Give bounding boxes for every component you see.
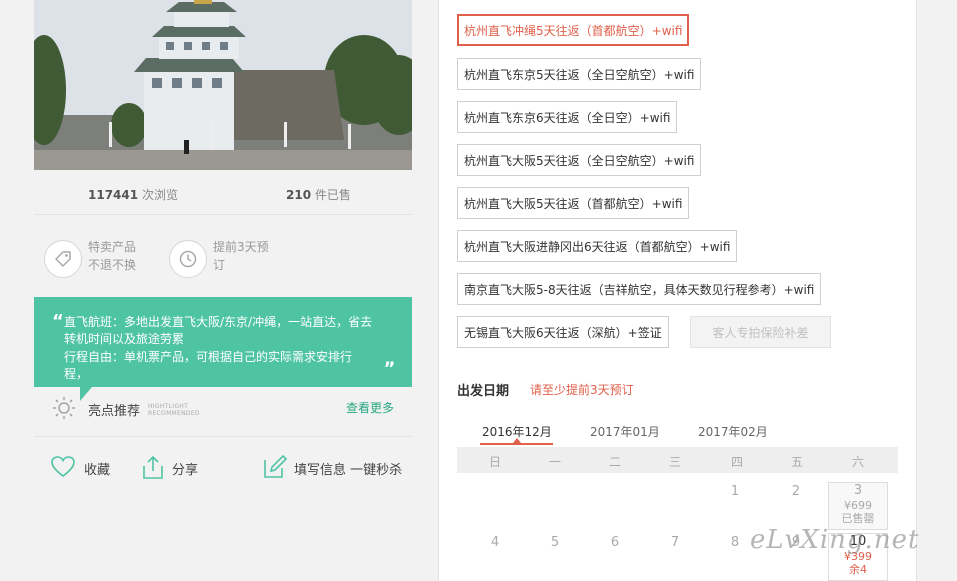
option-hangzhou-okinawa[interactable]: 杭州直飞冲绳5天往返（首都航空）+wifi: [457, 14, 690, 46]
edit-icon[interactable]: [262, 454, 288, 480]
weekday-label: 一: [548, 455, 561, 469]
feature-line: 特卖产品: [88, 240, 137, 254]
favorite-button[interactable]: 收藏: [84, 459, 110, 478]
active-month-caret: [513, 438, 521, 443]
calendar-day: 1: [730, 484, 740, 499]
view-more-link[interactable]: 查看更多: [346, 399, 394, 416]
weekday-label: 三: [668, 455, 681, 469]
divider: [34, 436, 412, 437]
option-hangzhou-tokyo-5d[interactable]: 杭州直飞东京5天往返（全日空航空）+wifi: [457, 58, 702, 90]
month-tab-2017-01[interactable]: 2017年01月: [590, 423, 660, 440]
weekday-label: 日: [488, 455, 501, 469]
active-month-underline: [480, 443, 553, 445]
highlight-title-en-line: RECOMMENDED: [148, 410, 200, 417]
option-hangzhou-tokyo-6d[interactable]: 杭州直飞东京6天往返（全日空）+wifi: [457, 101, 678, 133]
departure-date-label: 出发日期: [457, 384, 510, 399]
view-count-label: 次浏览: [141, 188, 178, 202]
view-count: 117441 次浏览: [88, 186, 178, 203]
highlight-title-en: HIGHTLIGHT RECOMMENDED: [148, 403, 200, 417]
share-icon[interactable]: [141, 454, 165, 480]
option-hangzhou-osaka-capital[interactable]: 杭州直飞大阪5天往返（首都航空）+wifi: [457, 187, 690, 219]
calendar-day: 2: [791, 484, 801, 499]
tag-icon: [44, 240, 82, 278]
calendar-day: 6: [610, 535, 620, 550]
highlight-title: 亮点推荐: [88, 404, 141, 419]
clock-icon: [169, 240, 207, 278]
calendar-day: 8: [730, 535, 740, 550]
product-left-panel: 117441 次浏览 210 件已售 特卖产品 不退不换 提前3天预 订 “ 直…: [0, 0, 438, 581]
share-button[interactable]: 分享: [172, 459, 198, 478]
calendar-day-remaining: 余4: [849, 563, 867, 576]
highlight-text: 行程自由：单机票产品，可根据自己的实际需求安排行程，: [64, 350, 353, 381]
feature-advance-booking: 提前3天预 订: [213, 238, 269, 274]
sold-count-label: 件已售: [314, 188, 351, 202]
calendar-day: 7: [670, 535, 680, 550]
feature-line: 提前3天预: [213, 240, 269, 254]
highlight-pointer: [80, 387, 92, 401]
booking-note: 请至少提前3天预订: [530, 383, 634, 397]
feature-special-sale: 特卖产品 不退不换: [88, 238, 136, 274]
sold-count: 210 件已售: [286, 186, 351, 203]
weekday-label: 四: [730, 455, 743, 469]
option-hangzhou-osaka-shizuoka[interactable]: 杭州直飞大阪进静冈出6天往返（首都航空）+wifi: [457, 230, 738, 262]
option-nanjing-osaka[interactable]: 南京直飞大阪5-8天往返（吉祥航空，具体天数见行程参考）+wifi: [457, 273, 822, 305]
weekday-label: 二: [608, 455, 621, 469]
option-wuxi-osaka[interactable]: 无锡直飞大阪6天往返（深航）+签证: [457, 316, 669, 348]
highlight-box: “ 直飞航班：多地出发直飞大阪/东京/冲绳，一站直达，省去 转机时间以及旅途劳累…: [34, 297, 412, 387]
month-tab-2017-02[interactable]: 2017年02月: [698, 423, 768, 440]
feature-line: 订: [213, 258, 226, 272]
watermark: eLvXing.net: [750, 525, 920, 555]
divider: [34, 214, 412, 215]
product-photo: [34, 0, 412, 170]
heart-icon[interactable]: [50, 454, 76, 480]
quote-close-icon: „: [384, 349, 396, 370]
fill-info-button[interactable]: 填写信息 一键秒杀: [294, 459, 402, 478]
weekday-label: 六: [851, 455, 864, 469]
calendar-day: 4: [490, 535, 500, 550]
highlight-text: 转机时间以及旅途劳累: [64, 332, 185, 346]
option-hangzhou-osaka-ana[interactable]: 杭州直飞大阪5天往返（全日空航空）+wifi: [457, 144, 702, 176]
calendar-day-soldout: 3 ¥699 已售罄: [828, 482, 888, 530]
view-count-number: 117441: [88, 188, 139, 202]
sun-icon: [53, 397, 75, 419]
weekday-label: 五: [790, 455, 803, 469]
calendar-day-price: ¥699: [844, 499, 872, 512]
sold-count-number: 210: [286, 188, 312, 202]
calendar-day-number: 3: [853, 483, 863, 498]
calendar-day: 5: [550, 535, 560, 550]
calendar-day-status: 已售罄: [841, 512, 875, 525]
highlight-title-en-line: HIGHTLIGHT: [148, 403, 189, 410]
feature-line: 不退不换: [88, 258, 137, 272]
highlight-text: 直飞航班：多地出发直飞大阪/东京/冲绳，一站直达，省去: [64, 315, 373, 329]
option-insurance-diff: 客人专拍保险补差: [690, 316, 831, 348]
quote-open-icon: “: [52, 311, 64, 332]
